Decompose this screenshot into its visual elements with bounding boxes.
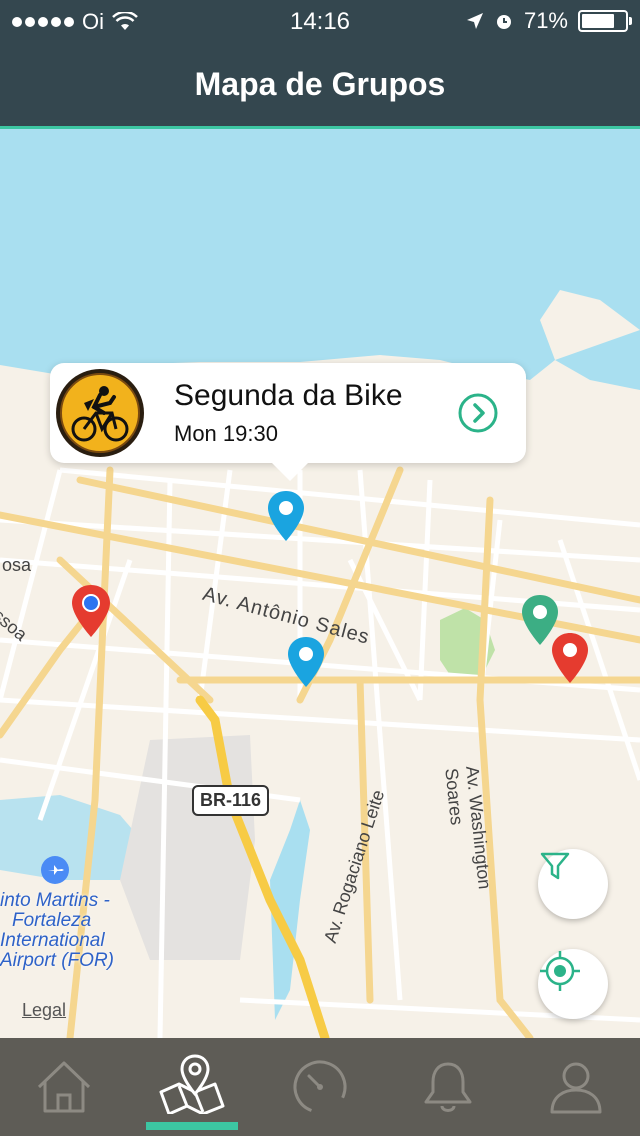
tab-profile[interactable] (512, 1038, 640, 1136)
airport-label: into Martins - Fortaleza International A… (0, 891, 114, 971)
tab-selected-indicator (146, 1122, 238, 1130)
map-pin-blue-2[interactable] (286, 635, 326, 689)
group-callout[interactable]: Segunda da Bike Mon 19:30 (50, 363, 526, 481)
status-bar: Oi 14:16 71% (0, 0, 640, 40)
airport-label-line4: Airport (FOR) (0, 950, 114, 971)
tab-speed[interactable] (256, 1038, 384, 1136)
battery-icon (578, 10, 632, 32)
status-right: 71% (466, 8, 632, 34)
alarm-icon (496, 15, 511, 29)
home-icon (37, 1061, 91, 1113)
cyclist-logo-icon (56, 369, 144, 457)
tab-bar (0, 1038, 640, 1136)
page-title: Mapa de Grupos (194, 66, 446, 102)
nav-bar: Mapa de Grupos (0, 40, 640, 129)
tab-home[interactable] (0, 1038, 128, 1136)
filter-icon (540, 852, 570, 880)
crosshair-icon (540, 951, 580, 991)
airport-label-line1: into Martins - (0, 890, 110, 911)
street-label-left-sosa: osa (2, 555, 32, 575)
user-icon (550, 1062, 602, 1114)
airport-label-line3: International (0, 930, 105, 951)
location-arrow-icon (466, 13, 483, 29)
speedometer-icon (293, 1060, 347, 1114)
map-pin-icon (159, 1054, 225, 1114)
legal-link[interactable]: Legal (22, 1000, 66, 1021)
airport-icon (41, 856, 69, 884)
group-logo (54, 367, 146, 459)
tab-map[interactable] (128, 1038, 256, 1136)
tab-notifications[interactable] (384, 1038, 512, 1136)
map-view[interactable]: Av. Antônio Sales Av. Rogaciano Leite Av… (0, 129, 640, 1038)
map-pin-red-selected[interactable] (70, 583, 112, 639)
filter-button[interactable] (538, 849, 608, 919)
group-schedule: Mon 19:30 (174, 421, 278, 446)
battery-percent: 71% (523, 8, 568, 33)
airport-label-line2: Fortaleza (12, 910, 92, 931)
locate-me-button[interactable] (538, 949, 608, 1019)
map-pin-red[interactable] (550, 631, 590, 685)
group-name: Segunda da Bike (174, 379, 403, 412)
callout-tail (270, 461, 310, 481)
chevron-right-circle-icon[interactable] (458, 393, 498, 433)
map-pin-blue-1[interactable] (266, 489, 306, 543)
highway-shield-br116: BR-116 (192, 785, 270, 816)
bell-icon (424, 1062, 472, 1112)
